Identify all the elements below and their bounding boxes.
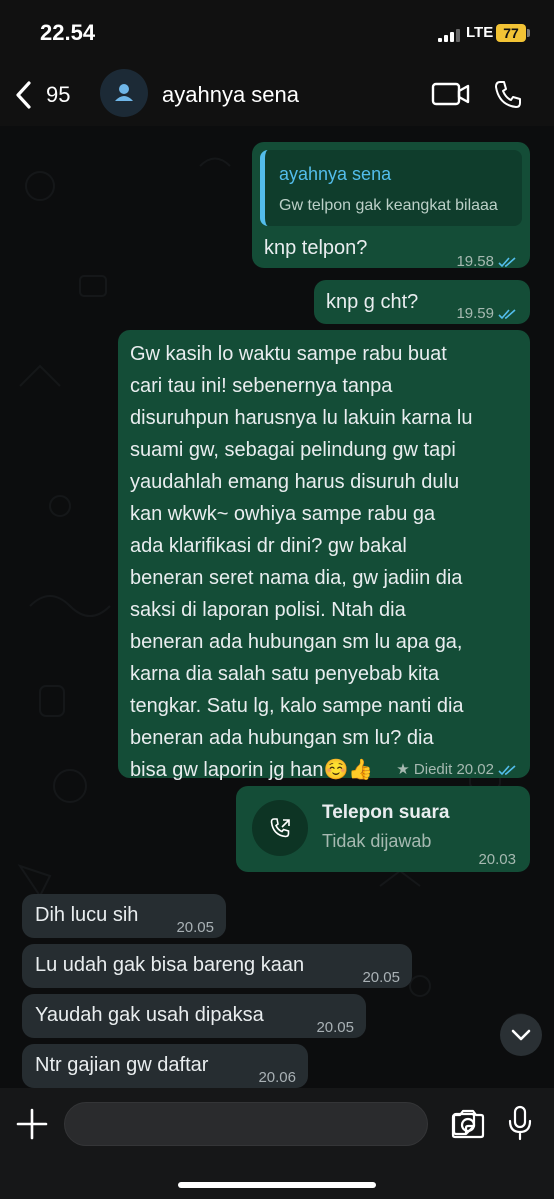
chat-area[interactable]: ayahnya sena Gw telpon gak keangkat bila… — [0, 126, 554, 1088]
outgoing-message[interactable]: knp g cht? 19.59 — [314, 280, 530, 324]
message-time: 20.02 — [456, 761, 494, 778]
message-text: knp telpon? — [264, 237, 368, 259]
incoming-message[interactable]: Yaudah gak usah dipaksa 20.05 — [22, 994, 366, 1038]
message-line: karna dia salah satu penyebab kita — [130, 663, 440, 685]
message-meta: 19.58 — [456, 246, 518, 278]
message-text: Ntr gajian gw daftar — [35, 1054, 209, 1076]
incoming-message[interactable]: Dih lucu sih 20.05 — [22, 894, 226, 938]
missed-call-message[interactable]: Telepon suara Tidak dijawab 20.03 — [236, 786, 530, 872]
network-type: LTE — [466, 24, 494, 41]
camera-button[interactable] — [450, 1108, 486, 1140]
message-text: Lu udah gak bisa bareng kaan — [35, 954, 305, 976]
phone-icon — [495, 81, 521, 108]
call-status: Tidak dijawab — [322, 831, 432, 851]
message-line: kan wkwk~ owhiya sampe rabu ga — [130, 503, 436, 525]
status-time: 22.54 — [40, 20, 96, 45]
camera-icon — [451, 1109, 485, 1139]
battery-tip — [527, 29, 530, 37]
video-camera-icon — [431, 82, 470, 106]
battery-icon: 77 — [496, 24, 526, 42]
message-input-field[interactable] — [64, 1102, 476, 1146]
message-line: Gw kasih lo waktu sampe rabu buat — [130, 343, 447, 365]
read-ticks-icon — [498, 257, 516, 268]
message-time: 20.06 — [258, 1069, 296, 1086]
message-line: beneran seret nama dia, gw jadiin dia — [130, 567, 463, 589]
unread-count[interactable]: 95 — [46, 82, 70, 108]
message-line: yaudahlah emang harus disuruh dulu — [130, 471, 460, 493]
message-line: ada klarifikasi dr dini? gw bakal — [130, 535, 407, 557]
message-meta: ★ Diedit 20.02 — [396, 754, 518, 786]
call-title: Telepon suara — [322, 802, 450, 823]
quote-text: Gw telpon gak keangkat bilaaa — [279, 197, 498, 214]
incoming-message[interactable]: Lu udah gak bisa bareng kaan 20.05 — [22, 944, 412, 988]
outgoing-message[interactable]: Gw kasih lo waktu sampe rabu buat cari t… — [118, 330, 530, 781]
voice-note-button[interactable] — [506, 1104, 534, 1142]
video-call-button[interactable] — [430, 78, 472, 110]
message-line: beneran ada hubungan sm lu apa ga, — [130, 631, 463, 653]
contact-name[interactable]: ayahnya sena — [162, 82, 299, 108]
message-line: disuruhpun harusnya lu lakuin karna lu — [130, 407, 473, 429]
read-ticks-icon — [498, 765, 516, 776]
plus-icon — [16, 1108, 48, 1140]
message-text: Yaudah gak usah dipaksa — [35, 1004, 264, 1026]
message-line: beneran ada hubungan sm lu? dia — [130, 727, 434, 749]
incoming-message[interactable]: Ntr gajian gw daftar 20.06 — [22, 1044, 308, 1088]
message-line: tengkar. Satu lg, kalo sampe nanti dia — [130, 695, 464, 717]
message-time: 20.03 — [478, 851, 516, 868]
chevron-down-icon — [511, 1029, 531, 1041]
message-input[interactable] — [81, 1103, 385, 1145]
message-meta: 19.59 — [456, 298, 518, 330]
signal-icon — [438, 28, 460, 42]
message-time: 20.05 — [176, 919, 214, 936]
scroll-to-bottom-button[interactable] — [500, 1014, 542, 1056]
voice-call-button[interactable] — [492, 78, 524, 110]
status-bar: 22.54 LTE 77 — [0, 0, 554, 64]
message-line: saksi di laporan polisi. Ntah dia — [130, 599, 406, 621]
message-text: Gw kasih lo waktu sampe rabu buat cari t… — [130, 338, 472, 786]
attach-button[interactable] — [14, 1106, 50, 1142]
message-line: suami gw, sebagai pelindung gw tapi — [130, 439, 456, 461]
edited-label: Diedit — [413, 761, 453, 778]
message-time: 19.59 — [456, 305, 494, 322]
avatar[interactable] — [100, 69, 148, 117]
quote-sender: ayahnya sena — [279, 164, 392, 184]
message-line: cari tau ini! sebenernya tanpa — [130, 375, 393, 397]
message-text: knp g cht? — [326, 291, 419, 313]
quoted-message[interactable]: ayahnya sena Gw telpon gak keangkat bila… — [260, 150, 522, 226]
message-time: 19.58 — [456, 253, 494, 270]
chat-header: 95 ayahnya sena — [0, 64, 554, 126]
call-icon-circle — [252, 800, 308, 856]
message-text: Dih lucu sih — [35, 904, 139, 926]
chevron-left-icon — [16, 81, 31, 109]
read-ticks-icon — [498, 309, 516, 320]
microphone-icon — [508, 1105, 532, 1141]
star-icon: ★ — [396, 761, 414, 778]
phone-missed-icon — [270, 818, 290, 838]
person-icon — [115, 84, 133, 101]
message-time: 20.05 — [362, 969, 400, 986]
message-time: 20.05 — [316, 1019, 354, 1036]
outgoing-message[interactable]: ayahnya sena Gw telpon gak keangkat bila… — [252, 142, 530, 270]
home-indicator — [178, 1182, 376, 1188]
